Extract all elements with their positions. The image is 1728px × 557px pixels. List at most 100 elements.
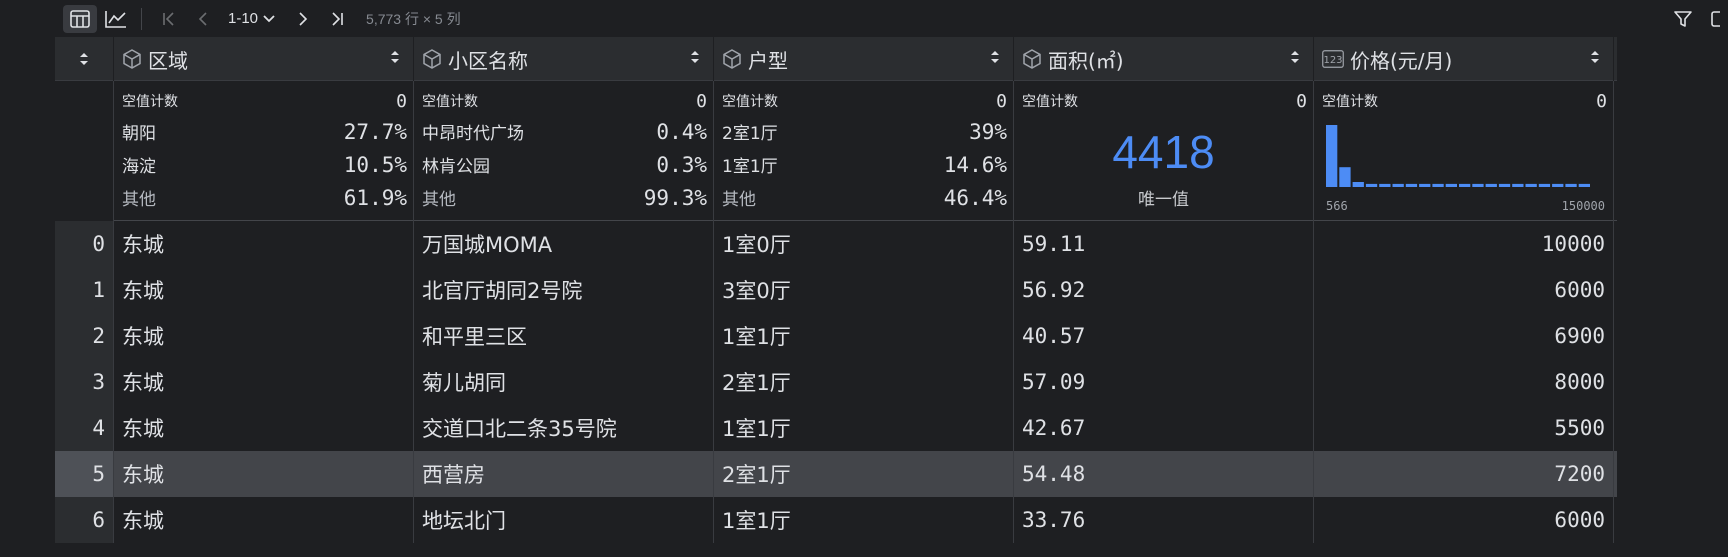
cell-region[interactable]: 东城: [114, 497, 414, 543]
histogram-bar[interactable]: [1459, 183, 1471, 187]
filter-button[interactable]: [1666, 5, 1700, 33]
column-header-community[interactable]: 小区名称: [414, 37, 714, 81]
cell-community[interactable]: 菊儿胡同: [414, 359, 714, 405]
cell-region[interactable]: 东城: [114, 451, 414, 497]
table-row[interactable]: 4 东城 交道口北二条35号院 1室1厅 42.67 5500: [55, 405, 1617, 451]
next-page-button[interactable]: [286, 5, 320, 33]
histogram-bar[interactable]: [1352, 182, 1364, 187]
cell-community[interactable]: 和平里三区: [414, 313, 714, 359]
prev-page-icon: [198, 11, 207, 26]
cell-community[interactable]: 交道口北二条35号院: [414, 405, 714, 451]
null-count-label: 空值计数: [722, 94, 778, 110]
sort-icon[interactable]: [991, 51, 999, 63]
row-index-cell[interactable]: 6: [55, 497, 114, 543]
last-page-button[interactable]: [320, 5, 354, 33]
unique-label: 唯一值: [1138, 190, 1189, 210]
more-button[interactable]: [1710, 5, 1728, 33]
cell-area[interactable]: 40.57: [1014, 313, 1314, 359]
prev-page-button[interactable]: [186, 5, 220, 33]
cell-community[interactable]: 北官厅胡同2号院: [414, 267, 714, 313]
row-index-cell[interactable]: 5: [55, 451, 114, 497]
text-type-icon: [1022, 49, 1042, 69]
cell-area[interactable]: 59.11: [1014, 221, 1314, 267]
histogram-bar[interactable]: [1578, 183, 1590, 187]
cell-layout[interactable]: 2室1厅: [714, 451, 1014, 497]
column-header-region[interactable]: 区域: [114, 37, 414, 81]
cell-price[interactable]: 10000: [1314, 221, 1614, 267]
toolbar-right: [1666, 0, 1728, 37]
cell-region[interactable]: 东城: [114, 313, 414, 359]
cell-layout[interactable]: 1室1厅: [714, 405, 1014, 451]
cell-area[interactable]: 42.67: [1014, 405, 1314, 451]
row-index-cell[interactable]: 4: [55, 405, 114, 451]
text-type-icon: [722, 49, 742, 69]
histogram-bar[interactable]: [1392, 183, 1404, 187]
table-row[interactable]: 2 东城 和平里三区 1室1厅 40.57 6900: [55, 313, 1617, 359]
sort-icon[interactable]: [1591, 51, 1599, 63]
column-header-layout[interactable]: 户型: [714, 37, 1014, 81]
sort-icon[interactable]: [691, 51, 699, 63]
histogram-bar[interactable]: [1339, 167, 1351, 187]
histogram-bar[interactable]: [1405, 183, 1418, 187]
cell-price[interactable]: 8000: [1314, 359, 1614, 405]
other-percent: 46.4%: [943, 185, 1007, 210]
sort-icon[interactable]: [391, 51, 399, 63]
cell-area[interactable]: 33.76: [1014, 497, 1314, 543]
histogram-bar[interactable]: [1472, 183, 1484, 187]
cell-area[interactable]: 56.92: [1014, 267, 1314, 313]
cell-region[interactable]: 东城: [114, 267, 414, 313]
histogram-bar[interactable]: [1565, 183, 1577, 187]
cell-area[interactable]: 54.48: [1014, 451, 1314, 497]
histogram-bar[interactable]: [1552, 183, 1564, 187]
histogram-bar[interactable]: [1445, 183, 1457, 187]
histogram-bar[interactable]: [1419, 183, 1431, 187]
histogram-bar[interactable]: [1326, 125, 1338, 187]
histogram-max-label: 150000: [1561, 199, 1605, 213]
cell-layout[interactable]: 3室0厅: [714, 267, 1014, 313]
histogram-bar[interactable]: [1379, 183, 1391, 187]
histogram-bar[interactable]: [1525, 183, 1537, 187]
histogram-bar[interactable]: [1365, 183, 1378, 187]
cell-region[interactable]: 东城: [114, 221, 414, 267]
table-row[interactable]: 6 东城 地坛北门 1室1厅 33.76 6000: [55, 497, 1617, 543]
cell-community[interactable]: 地坛北门: [414, 497, 714, 543]
first-page-icon: [163, 11, 174, 26]
chart-view-button[interactable]: [99, 5, 133, 33]
column-header-price[interactable]: 123 价格(元/月): [1314, 37, 1614, 81]
data-grid: 区域 小区名称 户型 面积(㎡) 123 价格(元/月) 空值计数 0 朝阳 2…: [55, 37, 1617, 543]
cell-price[interactable]: 5500: [1314, 405, 1614, 451]
cell-price[interactable]: 7200: [1314, 451, 1614, 497]
cell-layout[interactable]: 1室1厅: [714, 313, 1014, 359]
cell-layout[interactable]: 2室1厅: [714, 359, 1014, 405]
histogram-bar[interactable]: [1432, 183, 1444, 187]
cell-area[interactable]: 57.09: [1014, 359, 1314, 405]
row-index-cell[interactable]: 0: [55, 221, 114, 267]
cell-community[interactable]: 万国城MOMA: [414, 221, 714, 267]
column-header-area[interactable]: 面积(㎡): [1014, 37, 1314, 81]
cell-region[interactable]: 东城: [114, 359, 414, 405]
histogram-bar[interactable]: [1512, 183, 1524, 187]
cell-price[interactable]: 6000: [1314, 267, 1614, 313]
cell-price[interactable]: 6000: [1314, 497, 1614, 543]
row-index-cell[interactable]: 2: [55, 313, 114, 359]
cell-region[interactable]: 东城: [114, 405, 414, 451]
histogram-bar[interactable]: [1485, 183, 1497, 187]
cell-price[interactable]: 6900: [1314, 313, 1614, 359]
sort-icon[interactable]: [1291, 51, 1299, 63]
histogram-bar[interactable]: [1498, 183, 1511, 187]
table-row[interactable]: 3 东城 菊儿胡同 2室1厅 57.09 8000: [55, 359, 1617, 405]
table-row[interactable]: 5 东城 西营房 2室1厅 54.48 7200: [55, 451, 1617, 497]
table-row[interactable]: 1 东城 北官厅胡同2号院 3室0厅 56.92 6000: [55, 267, 1617, 313]
page-range-dropdown[interactable]: 1-10: [228, 10, 276, 27]
index-column-header[interactable]: [55, 37, 114, 81]
cell-layout[interactable]: 1室1厅: [714, 497, 1014, 543]
row-index-cell[interactable]: 3: [55, 359, 114, 405]
price-histogram[interactable]: [1326, 125, 1602, 195]
cell-community[interactable]: 西营房: [414, 451, 714, 497]
first-page-button[interactable]: [152, 5, 186, 33]
cell-layout[interactable]: 1室0厅: [714, 221, 1014, 267]
histogram-bar[interactable]: [1538, 183, 1551, 187]
table-view-button[interactable]: [63, 4, 97, 33]
row-index-cell[interactable]: 1: [55, 267, 114, 313]
table-row[interactable]: 0 东城 万国城MOMA 1室0厅 59.11 10000: [55, 221, 1617, 267]
